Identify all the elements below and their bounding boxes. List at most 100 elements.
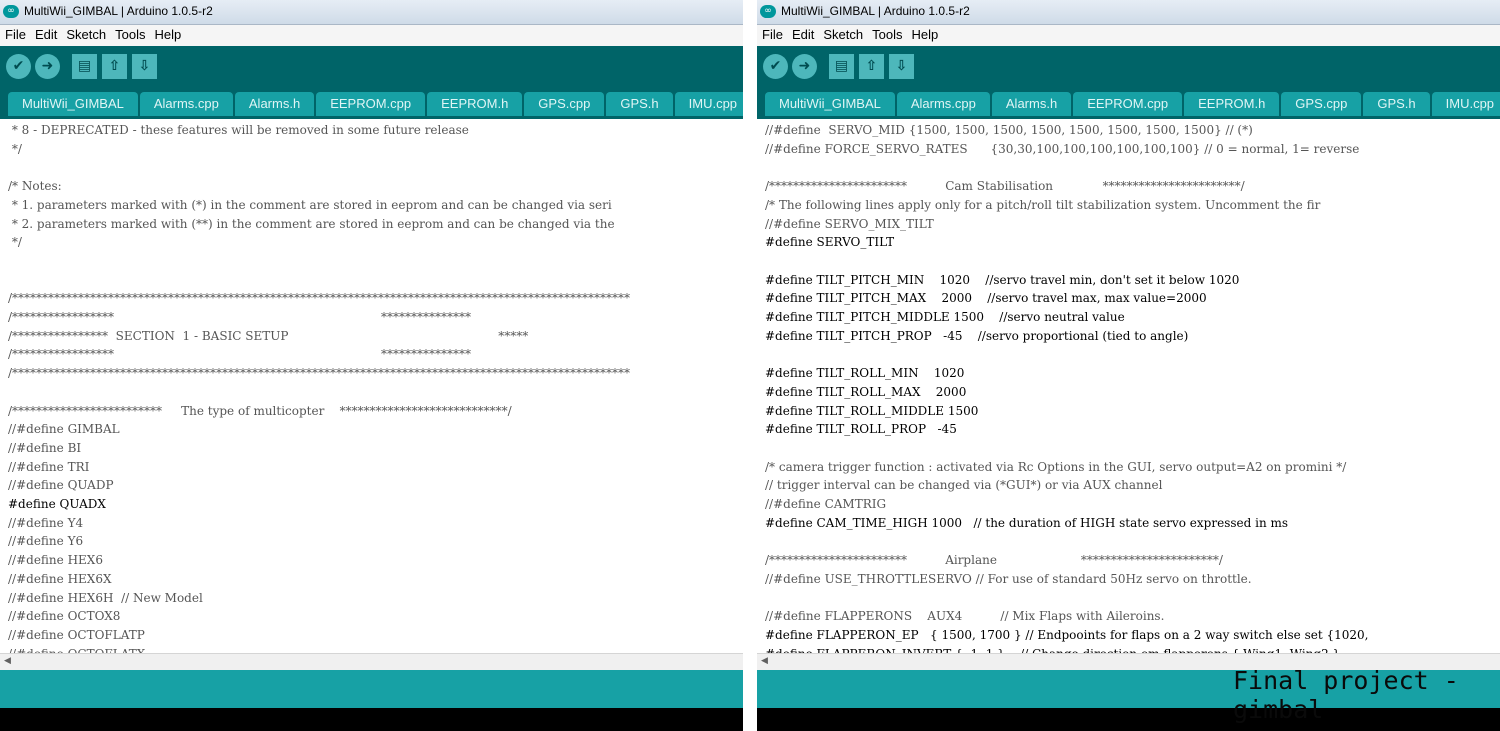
- code-line[interactable]: //#define SERVO_MID {1500, 1500, 1500, 1…: [765, 123, 1253, 137]
- menu-edit[interactable]: Edit: [787, 25, 818, 42]
- code-line[interactable]: */: [8, 142, 22, 156]
- code-line[interactable]: /* The following lines apply only for a …: [765, 198, 1320, 212]
- code-line[interactable]: //#define FLAPPERONS AUX4 // Mix Flaps w…: [765, 609, 1164, 623]
- open-button[interactable]: ⇧: [859, 54, 884, 79]
- window-title: MultiWii_GIMBAL | Arduino 1.0.5-r2: [781, 4, 970, 18]
- tab-eeprom-h[interactable]: EEPROM.h: [427, 92, 523, 116]
- code-line[interactable]: //#define QUADP: [8, 478, 114, 492]
- code-line[interactable]: //#define HEX6: [8, 553, 103, 567]
- tab-gps-h[interactable]: GPS.h: [1363, 92, 1430, 116]
- new-button[interactable]: ▤: [829, 54, 854, 79]
- toolbar: ✔ ➜ ▤ ⇧ ⇩: [757, 46, 1500, 89]
- code-line[interactable]: * 8 - DEPRECATED - these features will b…: [8, 123, 469, 137]
- code-line[interactable]: #define TILT_PITCH_MAX 2000 //servo trav…: [765, 291, 1207, 305]
- code-text[interactable]: //#define SERVO_MID {1500, 1500, 1500, 1…: [757, 119, 1500, 653]
- code-line[interactable]: #define TILT_ROLL_MAX 2000: [765, 385, 966, 399]
- tab-multiwii-gimbal[interactable]: MultiWii_GIMBAL: [8, 92, 138, 116]
- code-line[interactable]: //#define GIMBAL: [8, 422, 120, 436]
- tab-imu-cpp[interactable]: IMU.cpp: [674, 92, 743, 116]
- arrow-right-icon: ➜: [41, 58, 54, 74]
- tab-gps-cpp[interactable]: GPS.cpp: [524, 92, 605, 116]
- scroll-left-icon[interactable]: ◀: [761, 656, 768, 666]
- horizontal-scrollbar[interactable]: ◀: [0, 653, 743, 670]
- save-button[interactable]: ⇩: [889, 54, 914, 79]
- new-button[interactable]: ▤: [72, 54, 97, 79]
- upload-button[interactable]: ➜: [792, 54, 817, 79]
- tab-eeprom-cpp[interactable]: EEPROM.cpp: [1073, 92, 1183, 116]
- title-bar[interactable]: ∞ MultiWii_GIMBAL | Arduino 1.0.5-r2: [0, 0, 743, 25]
- code-line[interactable]: */: [8, 235, 22, 249]
- tab-gps-h[interactable]: GPS.h: [606, 92, 673, 116]
- code-line[interactable]: #define FLAPPERON_EP { 1500, 1700 } // E…: [765, 628, 1368, 642]
- code-line[interactable]: //#define HEX6H // New Model: [8, 591, 203, 605]
- code-line[interactable]: /* camera trigger function : activated v…: [765, 460, 1346, 474]
- code-line[interactable]: /*********************** Airplane ******…: [765, 553, 1223, 567]
- code-line[interactable]: #define TILT_PITCH_MIDDLE 1500 //servo n…: [765, 310, 1125, 324]
- check-icon: ✔: [769, 58, 782, 74]
- tab-alarms-h[interactable]: Alarms.h: [234, 92, 315, 116]
- save-button[interactable]: ⇩: [132, 54, 157, 79]
- code-line[interactable]: //#define Y6: [8, 534, 83, 548]
- code-line[interactable]: //#define TRI: [8, 460, 89, 474]
- code-line[interactable]: //#define BI: [8, 441, 81, 455]
- menu-help[interactable]: Help: [149, 25, 185, 42]
- code-line[interactable]: //#define OCTOFLATP: [8, 628, 145, 642]
- arduino-logo-icon: ∞: [3, 5, 19, 18]
- code-line[interactable]: #define TILT_ROLL_MIN 1020: [765, 366, 964, 380]
- code-line[interactable]: // trigger interval can be changed via (…: [765, 478, 1162, 492]
- code-line[interactable]: #define TILT_PITCH_PROP -45 //servo prop…: [765, 329, 1188, 343]
- code-line[interactable]: /* Notes:: [8, 179, 62, 193]
- verify-button[interactable]: ✔: [6, 54, 31, 79]
- menu-tools[interactable]: Tools: [110, 25, 149, 42]
- code-line[interactable]: * 1. parameters marked with (*) in the c…: [8, 198, 612, 212]
- tab-bar: MultiWii_GIMBAL Alarms.cpp Alarms.h EEPROM.…: [0, 89, 743, 119]
- status-bar: [0, 670, 743, 708]
- code-line[interactable]: #define TILT_ROLL_MIDDLE 1500: [765, 404, 978, 418]
- tab-gps-cpp[interactable]: GPS.cpp: [1281, 92, 1362, 116]
- code-line[interactable]: /***************** ***************: [8, 347, 471, 361]
- code-editor[interactable]: * 8 - DEPRECATED - these features will b…: [0, 119, 743, 653]
- open-button[interactable]: ⇧: [102, 54, 127, 79]
- code-line[interactable]: #define QUADX: [8, 497, 106, 511]
- code-line[interactable]: //#define SERVO_MIX_TILT: [765, 217, 934, 231]
- code-line[interactable]: * 2. parameters marked with (**) in the …: [8, 217, 615, 231]
- code-line[interactable]: //#define Y4: [8, 516, 83, 530]
- tab-eeprom-cpp[interactable]: EEPROM.cpp: [316, 92, 426, 116]
- code-line[interactable]: /***************************************…: [8, 291, 630, 305]
- code-line[interactable]: #define SERVO_TILT: [765, 235, 894, 249]
- title-bar[interactable]: ∞ MultiWii_GIMBAL | Arduino 1.0.5-r2: [757, 0, 1500, 25]
- menu-edit[interactable]: Edit: [30, 25, 61, 42]
- code-line[interactable]: #define TILT_PITCH_MIN 1020 //servo trav…: [765, 273, 1239, 287]
- tab-alarms-cpp[interactable]: Alarms.cpp: [896, 92, 990, 116]
- tab-alarms-cpp[interactable]: Alarms.cpp: [139, 92, 233, 116]
- code-line[interactable]: //#define USE_THROTTLESERVO // For use o…: [765, 572, 1252, 586]
- code-line[interactable]: //#define HEX6X: [8, 572, 112, 586]
- code-line[interactable]: /************************* The type of m…: [8, 404, 512, 418]
- arduino-window-left: ∞ MultiWii_GIMBAL | Arduino 1.0.5-r2 Fil…: [0, 0, 743, 731]
- code-text[interactable]: * 8 - DEPRECATED - these features will b…: [0, 119, 743, 653]
- scroll-left-icon[interactable]: ◀: [4, 656, 11, 666]
- menu-sketch[interactable]: Sketch: [61, 25, 110, 42]
- menu-file[interactable]: File: [0, 25, 30, 42]
- code-line[interactable]: #define TILT_ROLL_PROP -45: [765, 422, 957, 436]
- code-line[interactable]: /*********************** Cam Stabilisati…: [765, 179, 1245, 193]
- code-line[interactable]: //#define FORCE_SERVO_RATES {30,30,100,1…: [765, 142, 1359, 156]
- menu-sketch[interactable]: Sketch: [818, 25, 867, 42]
- code-line[interactable]: /***************************************…: [8, 366, 630, 380]
- code-line[interactable]: //#define OCTOX8: [8, 609, 120, 623]
- menu-tools[interactable]: Tools: [867, 25, 906, 42]
- upload-button[interactable]: ➜: [35, 54, 60, 79]
- menu-help[interactable]: Help: [906, 25, 942, 42]
- verify-button[interactable]: ✔: [763, 54, 788, 79]
- code-line[interactable]: #define CAM_TIME_HIGH 1000 // the durati…: [765, 516, 1288, 530]
- menu-file[interactable]: File: [757, 25, 787, 42]
- tab-eeprom-h[interactable]: EEPROM.h: [1184, 92, 1280, 116]
- page-icon: ▤: [77, 58, 92, 74]
- code-line[interactable]: //#define CAMTRIG: [765, 497, 886, 511]
- code-editor[interactable]: //#define SERVO_MID {1500, 1500, 1500, 1…: [757, 119, 1500, 653]
- code-line[interactable]: /**************** SECTION 1 - BASIC SETU…: [8, 329, 528, 343]
- code-line[interactable]: /***************** ***************: [8, 310, 471, 324]
- tab-multiwii-gimbal[interactable]: MultiWii_GIMBAL: [765, 92, 895, 116]
- tab-imu-cpp[interactable]: IMU.cpp: [1431, 92, 1500, 116]
- tab-alarms-h[interactable]: Alarms.h: [991, 92, 1072, 116]
